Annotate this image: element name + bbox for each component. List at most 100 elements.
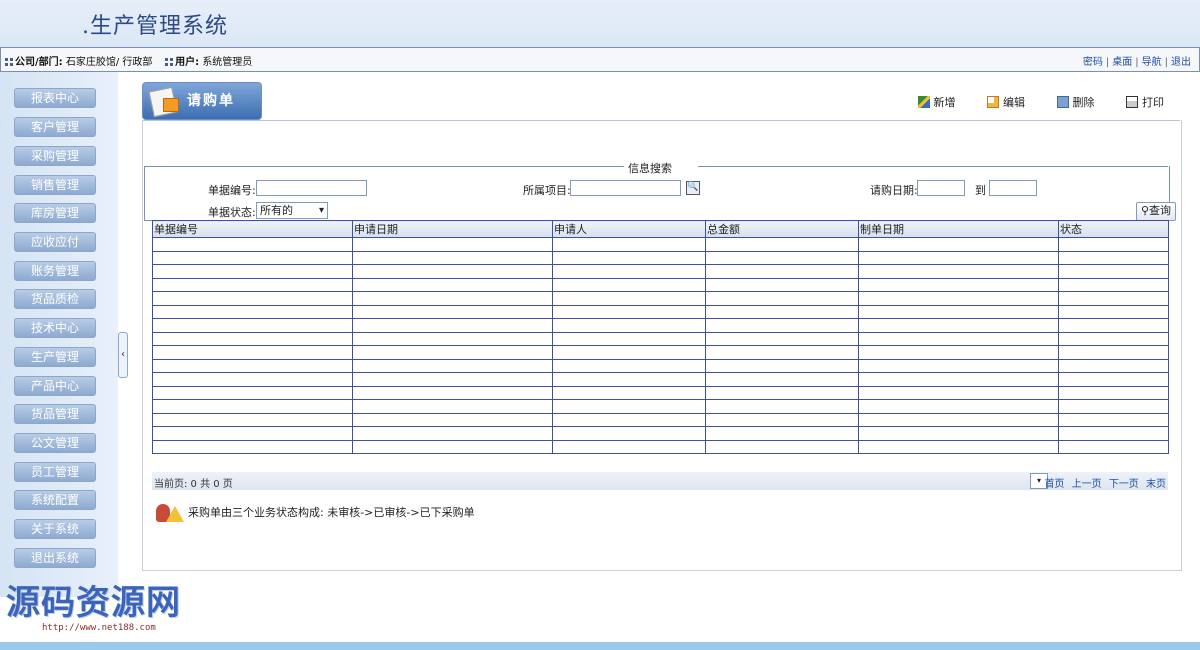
table-row[interactable] <box>152 399 1169 414</box>
sidebar-item-purchase-management[interactable]: 采购管理 <box>14 146 96 166</box>
table-cell <box>858 412 1059 427</box>
table-cell <box>1058 358 1169 373</box>
status-select[interactable]: 所有的 ▾ <box>256 202 328 219</box>
table-cell <box>552 412 706 427</box>
sidebar-item-production-management[interactable]: 生产管理 <box>14 347 96 367</box>
table-row[interactable] <box>152 426 1169 441</box>
add-label: 新增 <box>933 96 956 109</box>
chevron-down-icon: ▾ <box>318 205 324 216</box>
table-cell <box>552 250 706 265</box>
sidebar-item-report-center[interactable]: 报表中心 <box>14 88 96 108</box>
project-input[interactable] <box>570 180 681 196</box>
sidebar-item-exit-system[interactable]: 退出系统 <box>14 548 96 568</box>
table-cell <box>552 318 706 333</box>
table-row[interactable] <box>152 331 1169 346</box>
table-cell <box>705 264 859 279</box>
table-row[interactable] <box>152 385 1169 400</box>
table-cell <box>1058 318 1169 333</box>
table-cell <box>1058 304 1169 319</box>
grid-icon <box>5 58 13 66</box>
table-cell <box>705 399 859 414</box>
column-header-total-amount[interactable]: 总金额 <box>705 220 859 238</box>
table-cell <box>352 345 553 360</box>
table-row[interactable] <box>152 264 1169 279</box>
table-cell <box>152 345 353 360</box>
sidebar-collapse-handle[interactable]: ‹ <box>118 332 128 378</box>
sidebar-item-system-config[interactable]: 系统配置 <box>14 490 96 510</box>
doc-no-input[interactable] <box>256 180 367 196</box>
status-note: 采购单由三个业务状态构成: 未审核->已审核->已下采购单 <box>154 500 475 526</box>
table-cell <box>352 264 553 279</box>
sidebar-item-about-system[interactable]: 关于系统 <box>14 519 96 539</box>
desktop-link[interactable]: 桌面 <box>1112 57 1132 68</box>
table-row[interactable] <box>152 291 1169 306</box>
sidebar-item-receivables-payables[interactable]: 应收应付 <box>14 232 96 252</box>
edit-button[interactable]: 编辑 <box>987 94 1025 110</box>
table-cell <box>552 358 706 373</box>
table-cell <box>858 250 1059 265</box>
date-to-input[interactable] <box>989 180 1037 196</box>
table-row[interactable] <box>152 250 1169 265</box>
table-cell <box>705 439 859 454</box>
next-page-link[interactable]: 下一页 <box>1109 479 1139 490</box>
logout-link[interactable]: 退出 <box>1171 57 1191 68</box>
table-cell <box>858 439 1059 454</box>
sidebar-item-document-management[interactable]: 公文管理 <box>14 433 96 453</box>
password-link[interactable]: 密码 <box>1083 57 1103 68</box>
edit-label: 编辑 <box>1003 96 1025 109</box>
purchase-request-table: 单据编号 申请日期 申请人 总金额 制单日期 状态 <box>152 220 1169 454</box>
add-button[interactable]: 新增 <box>917 94 956 110</box>
table-cell <box>705 358 859 373</box>
table-row[interactable] <box>152 237 1169 252</box>
first-page-link[interactable]: 首页 <box>1044 479 1064 490</box>
column-header-request-date[interactable]: 申请日期 <box>352 220 553 238</box>
search-icon[interactable]: 🔍 <box>686 181 700 195</box>
sidebar-item-tech-center[interactable]: 技术中心 <box>14 318 96 338</box>
info-bar: 公司/部门: 石家庄胶馆/ 行政部 用户: 系统管理员 密码 | 桌面 | 导航 | 退出 <box>0 47 1200 72</box>
page-tab: 请购单 <box>142 82 262 120</box>
table-cell <box>152 264 353 279</box>
column-header-doc-no[interactable]: 单据编号 <box>152 220 353 238</box>
delete-label: 删除 <box>1072 96 1095 109</box>
sidebar-item-product-center[interactable]: 产品中心 <box>14 376 96 396</box>
sidebar-item-sales-management[interactable]: 销售管理 <box>14 175 96 195</box>
table-cell <box>858 304 1059 319</box>
query-button[interactable]: ⚲查询 <box>1136 202 1176 221</box>
table-cell <box>552 237 706 252</box>
sidebar-item-goods-management[interactable]: 货品管理 <box>14 404 96 424</box>
table-cell <box>705 345 859 360</box>
table-cell <box>705 318 859 333</box>
main-content: 请购单 新增 编辑 删除 打印 信息搜索 单据编号: 所属项目: 🔍 请购日期:… <box>130 72 1200 597</box>
footer-bar <box>0 642 1200 650</box>
table-row[interactable] <box>152 345 1169 360</box>
table-row[interactable] <box>152 439 1169 454</box>
column-header-applicant[interactable]: 申请人 <box>552 220 706 238</box>
column-header-status[interactable]: 状态 <box>1058 220 1169 238</box>
table-cell <box>858 385 1059 400</box>
print-button[interactable]: 打印 <box>1126 94 1164 110</box>
navigation-link[interactable]: 导航 <box>1142 57 1162 68</box>
sidebar-item-warehouse-management[interactable]: 库房管理 <box>14 203 96 223</box>
date-from-input[interactable] <box>917 180 965 196</box>
column-header-created-date[interactable]: 制单日期 <box>858 220 1059 238</box>
table-cell <box>705 237 859 252</box>
table-row[interactable] <box>152 412 1169 427</box>
table-row[interactable] <box>152 318 1169 333</box>
table-cell <box>352 277 553 292</box>
table-row[interactable] <box>152 277 1169 292</box>
table-cell <box>1058 372 1169 387</box>
sidebar-item-customer-management[interactable]: 客户管理 <box>14 117 96 137</box>
sidebar-item-staff-management[interactable]: 员工管理 <box>14 462 96 482</box>
last-page-link[interactable]: 末页 <box>1146 479 1166 490</box>
query-label: 查询 <box>1149 204 1172 217</box>
table-cell <box>552 439 706 454</box>
sidebar-item-accounts-management[interactable]: 账务管理 <box>14 261 96 281</box>
table-cell <box>705 331 859 346</box>
delete-button[interactable]: 删除 <box>1056 94 1095 110</box>
sidebar-item-quality-inspection[interactable]: 货品质检 <box>14 289 96 309</box>
table-cell <box>1058 399 1169 414</box>
table-row[interactable] <box>152 304 1169 319</box>
prev-page-link[interactable]: 上一页 <box>1072 479 1102 490</box>
table-row[interactable] <box>152 358 1169 373</box>
table-row[interactable] <box>152 372 1169 387</box>
